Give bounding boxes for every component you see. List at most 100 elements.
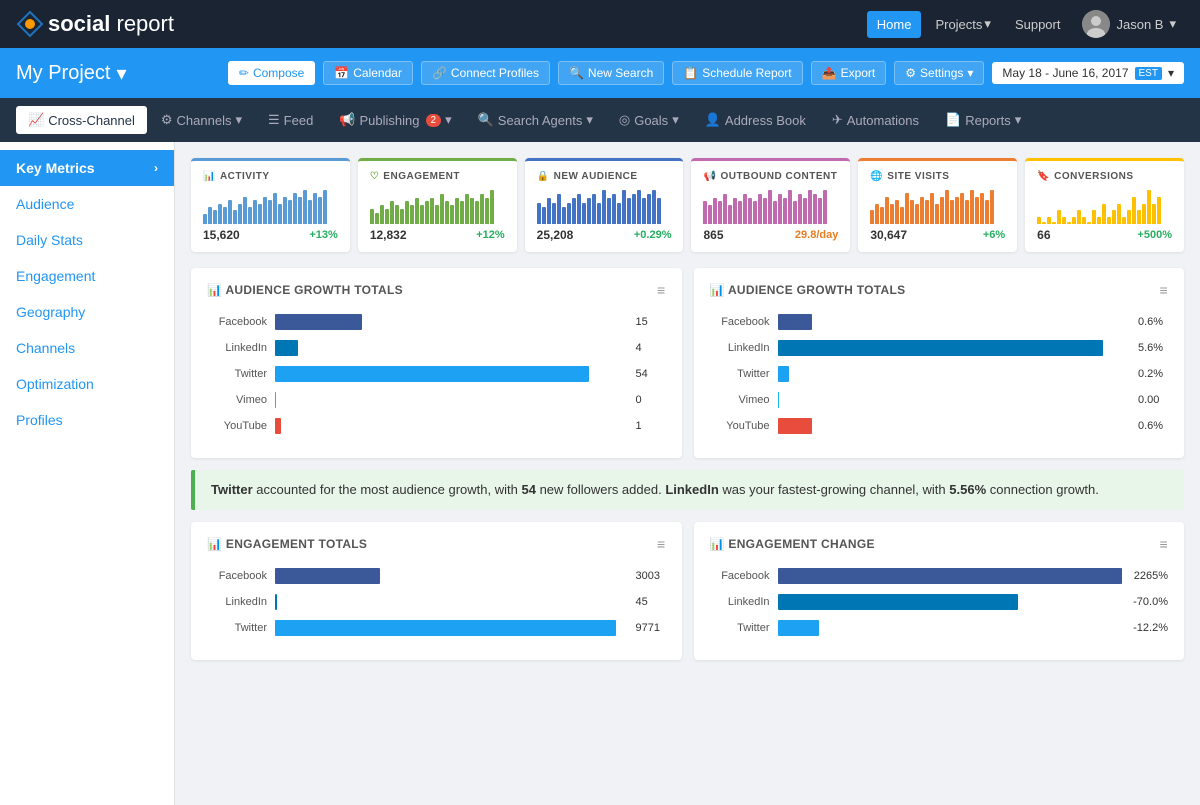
nav-search-agents[interactable]: 🔍 Search Agents ▾ [466, 106, 605, 134]
spark-bar [718, 201, 722, 224]
bar-row: Vimeo 0 [207, 392, 666, 408]
bar-value: 45 [636, 596, 666, 608]
calendar-button[interactable]: 📅 Calendar [323, 61, 413, 85]
spark-bar [308, 200, 312, 224]
sidebar-item-optimization[interactable]: Optimization [0, 366, 174, 402]
sidebar-item-channels[interactable]: Channels [0, 330, 174, 366]
bar-track [778, 418, 1127, 434]
spark-bar [1137, 210, 1141, 224]
spark-bar [748, 198, 752, 224]
support-button[interactable]: Support [1005, 11, 1071, 38]
spark-bar [587, 198, 591, 224]
project-title[interactable]: My Project ▾ [16, 61, 127, 86]
spark-bar [567, 203, 571, 224]
spark-bar [778, 194, 782, 224]
sidebar-item-geography[interactable]: Geography [0, 294, 174, 330]
spark-bar [440, 194, 444, 224]
bar-fill [275, 594, 277, 610]
metric-value: 865 [703, 228, 723, 242]
logo-icon [16, 10, 44, 38]
metric-card-site-visits[interactable]: 🌐 SITE VISITS 30,647 +6% [858, 158, 1017, 252]
sidebar-item-engagement[interactable]: Engagement [0, 258, 174, 294]
spark-bar [273, 193, 277, 224]
spark-bar [1152, 204, 1156, 224]
spark-bar [930, 193, 934, 224]
spark-bar [475, 201, 479, 224]
bar-track [778, 568, 1122, 584]
spark-bar [602, 190, 606, 224]
chart2-menu-icon[interactable]: ≡ [1160, 282, 1168, 298]
reports-icon: 📄 [945, 112, 961, 128]
spark-bar [743, 194, 747, 224]
spark-bar [733, 198, 737, 224]
sidebar-item-audience[interactable]: Audience [0, 186, 174, 222]
spark-bar [632, 194, 636, 224]
spark-bar [607, 198, 611, 224]
bar-value: 0.00 [1138, 394, 1168, 406]
bar-fill [275, 366, 589, 382]
bar-label: Twitter [207, 622, 267, 634]
metric-card-engagement[interactable]: ♡ ENGAGEMENT 12,832 +12% [358, 158, 517, 252]
spark-bar [1112, 210, 1116, 224]
spark-bar [980, 193, 984, 224]
spark-bar [808, 190, 812, 224]
nav-automations[interactable]: ✈ Automations [820, 106, 931, 134]
nav-goals[interactable]: ◎ Goals ▾ [607, 106, 691, 134]
spark-bar [213, 210, 217, 224]
projects-button[interactable]: Projects ▾ [925, 10, 1001, 38]
spark-bar [813, 194, 817, 224]
schedule-report-button[interactable]: 📋 Schedule Report [672, 61, 802, 85]
metric-card-outbound[interactable]: 📢 OUTBOUND CONTENT 865 29.8/day [691, 158, 850, 252]
sidebar-item-daily-stats[interactable]: Daily Stats [0, 222, 174, 258]
home-button[interactable]: Home [867, 11, 922, 38]
spark-bar [713, 198, 717, 224]
nav-publishing[interactable]: 📢 Publishing 2 ▾ [327, 106, 463, 134]
bar-label: Vimeo [710, 394, 770, 406]
new-search-button[interactable]: 🔍 New Search [558, 61, 664, 85]
bar-row: Twitter 0.2% [710, 366, 1169, 382]
spark-bar [592, 194, 596, 224]
bar-fill [778, 568, 1122, 584]
export-button[interactable]: 📤 Export [811, 61, 887, 85]
chart-menu-icon[interactable]: ≡ [657, 282, 665, 298]
nav-cross-channel[interactable]: 📈 Cross-Channel [16, 106, 147, 134]
metric-card-activity[interactable]: 📊 ACTIVITY 15,620 +13% [191, 158, 350, 252]
nav-address-book[interactable]: 👤 Address Book [693, 106, 818, 134]
schedule-icon: 📋 [683, 66, 698, 80]
nav-channels[interactable]: ⚙ Channels ▾ [149, 106, 254, 134]
metric-card-new-audience[interactable]: 🔒 NEW AUDIENCE 25,208 +0.29% [525, 158, 684, 252]
spark-bar [910, 200, 914, 224]
sidebar-item-profiles[interactable]: Profiles [0, 402, 174, 438]
nav-reports[interactable]: 📄 Reports ▾ [933, 106, 1033, 134]
spark-bar [1102, 204, 1106, 224]
settings-button[interactable]: ⚙ Settings ▾ [894, 61, 984, 85]
spark-bar [945, 190, 949, 224]
eng-menu-icon[interactable]: ≡ [657, 536, 665, 552]
bar-fill [778, 392, 779, 408]
bar-fill [275, 314, 362, 330]
metric-title: ♡ ENGAGEMENT [370, 171, 505, 182]
spark-bar [1117, 204, 1121, 224]
engagement-change-panel: 📊 ENGAGEMENT CHANGE ≡ Facebook 2265% Lin… [694, 522, 1185, 660]
calendar-icon: 📅 [334, 66, 349, 80]
metric-title: 🌐 SITE VISITS [870, 171, 1005, 182]
audience-growth-totals-chart: Facebook 15 LinkedIn 4 Twitter 54 Vimeo … [207, 310, 666, 434]
metric-card-conversions[interactable]: 🔖 CONVERSIONS 66 +500% [1025, 158, 1184, 252]
ec-menu-icon[interactable]: ≡ [1160, 536, 1168, 552]
bar-label: Twitter [710, 622, 770, 634]
sidebar-item-key-metrics[interactable]: Key Metrics › [0, 150, 174, 186]
bar-label: Facebook [710, 570, 770, 582]
spark-bar [1142, 204, 1146, 224]
bar-row: Twitter -12.2% [710, 620, 1169, 636]
date-picker[interactable]: May 18 - June 16, 2017 EST ▾ [992, 62, 1184, 84]
bar-label: Twitter [710, 368, 770, 380]
spark-bar [915, 204, 919, 224]
nav-feed[interactable]: ☰ Feed [256, 106, 325, 134]
metric-change: +500% [1137, 229, 1172, 241]
compose-button[interactable]: ✏ Compose [228, 61, 315, 85]
connect-profiles-button[interactable]: 🔗 Connect Profiles [421, 61, 550, 85]
user-menu[interactable]: Jason B ▾ [1074, 6, 1184, 42]
audience-growth-totals-panel: 📊 AUDIENCE GROWTH TOTALS ≡ Facebook 15 L… [191, 268, 682, 458]
spark-bar [890, 204, 894, 224]
top-nav-right: Home Projects ▾ Support Jason B ▾ [867, 6, 1184, 42]
